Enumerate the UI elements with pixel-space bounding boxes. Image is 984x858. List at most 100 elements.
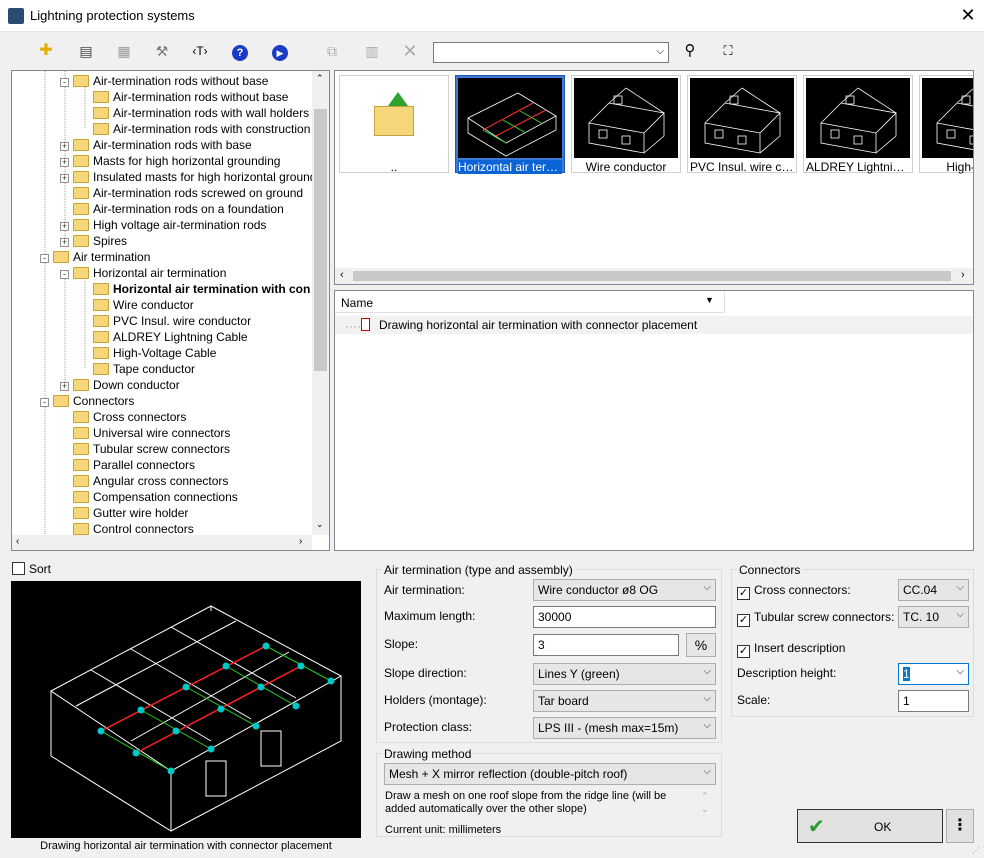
document-icon[interactable]: ▦ xyxy=(112,40,136,62)
description-scroll-icon[interactable]: ⌃ ⌄ xyxy=(701,790,709,816)
checkbox-box[interactable] xyxy=(12,562,25,575)
tree-item[interactable]: + Spires xyxy=(60,233,127,249)
chevron-down-icon[interactable]: ▼ xyxy=(705,295,714,305)
scale-input[interactable]: 1 xyxy=(898,690,969,712)
close-icon[interactable]: ✕ xyxy=(956,4,980,28)
tree-item[interactable]: + Down conductor xyxy=(60,377,180,393)
description-height-select[interactable]: 1 ⌵ xyxy=(898,663,969,685)
expand-icon[interactable]: + xyxy=(60,238,69,247)
tree-item[interactable]: Tape conductor xyxy=(80,361,195,377)
insert-description-checkbox[interactable]: ✓ Insert description xyxy=(737,641,845,658)
air-termination-select[interactable]: Wire conductor ø8 OG ⌵ xyxy=(533,579,716,601)
tree-item[interactable]: Universal wire connectors xyxy=(60,425,230,441)
collapse-icon[interactable]: - xyxy=(60,78,69,87)
tools-icon[interactable]: ⚒ xyxy=(150,40,174,62)
help-icon[interactable]: ? xyxy=(228,40,252,62)
sort-checkbox[interactable]: Sort xyxy=(12,562,51,576)
thumbs-scrollbar-horizontal[interactable]: ‹ › xyxy=(335,268,973,284)
thumbnail-item[interactable]: High-Volta xyxy=(919,75,973,174)
max-length-input[interactable]: 30000 xyxy=(533,606,716,628)
collapse-icon[interactable]: - xyxy=(40,398,49,407)
tree-item[interactable]: + Masts for high horizontal grounding xyxy=(60,153,280,169)
play-icon[interactable]: ▶ xyxy=(268,40,292,62)
tree-scrollbar-vertical[interactable]: ⌃ ⌄ xyxy=(312,71,329,535)
tree-item[interactable]: - Connectors xyxy=(40,393,134,409)
tree-item[interactable]: Tubular screw connectors xyxy=(60,441,230,457)
tree-item[interactable]: - Air-termination rods without base xyxy=(60,73,268,89)
tree-item[interactable]: + Insulated masts for high horizontal gro… xyxy=(60,169,329,185)
scroll-down-icon[interactable]: ⌄ xyxy=(316,519,324,530)
scroll-right-icon[interactable]: › xyxy=(961,269,965,281)
tree-item[interactable]: + Air-termination rods with base xyxy=(60,137,252,153)
tree-item[interactable]: + High voltage air-termination rods xyxy=(60,217,266,233)
search-combo[interactable]: ⌵ xyxy=(433,42,669,63)
tree-item[interactable]: Parallel connectors xyxy=(60,457,195,473)
scroll-up-icon[interactable]: ⌃ xyxy=(316,73,324,84)
slope-direction-select[interactable]: Lines Y (green) ⌵ xyxy=(533,663,716,685)
text-tag-icon[interactable]: ‹T› xyxy=(188,40,212,62)
ok-button[interactable]: ✔ OK xyxy=(797,809,943,843)
thumbs-scroll-thumb[interactable] xyxy=(353,271,951,281)
tree-item[interactable]: Air-termination rods on a foundation xyxy=(60,201,284,217)
preview-image xyxy=(11,581,361,838)
folder-icon xyxy=(73,171,89,183)
collapse-icon[interactable]: - xyxy=(40,254,49,263)
tree-item[interactable]: Gutter wire holder xyxy=(60,505,188,521)
toolbar: ✚ ▤ ▦ ⚒ ‹T› ? ▶ ⧉ ▥ ✕ ⌵ ⚲ ⛶ xyxy=(32,40,792,64)
cross-connectors-checkbox[interactable]: ✓ Cross connectors: xyxy=(737,583,851,600)
tree-item[interactable]: PVC Insul. wire conductor xyxy=(80,313,251,329)
find-binoculars-icon[interactable]: ⛶ xyxy=(716,40,740,62)
thumbnail-item[interactable]: Wire conductor xyxy=(571,75,681,174)
tree-item[interactable]: - Horizontal air termination xyxy=(60,265,226,281)
thumbnail-item[interactable]: Horizontal air termi... xyxy=(455,75,565,174)
air-termination-group-title: Air termination (type and assembly) xyxy=(382,563,575,577)
list-header-name[interactable]: Name ▼ xyxy=(335,291,725,313)
scroll-left-icon[interactable]: ‹ xyxy=(16,536,19,547)
expand-icon[interactable]: + xyxy=(60,158,69,167)
thumbnail-item[interactable]: PVC Insul. wire con... xyxy=(687,75,797,174)
tree-item[interactable]: ALDREY Lightning Cable xyxy=(80,329,248,345)
more-options-icon[interactable]: ⋮ xyxy=(946,809,974,843)
tree-item[interactable]: Air-termination rods with construction h… xyxy=(80,121,329,137)
tree-item[interactable]: - Air termination xyxy=(40,249,150,265)
tree-item[interactable]: Angular cross connectors xyxy=(60,473,228,489)
expand-icon[interactable]: + xyxy=(60,222,69,231)
collapse-icon[interactable]: - xyxy=(60,270,69,279)
thumbnail-item[interactable]: .. xyxy=(339,75,449,174)
properties-icon[interactable]: ▥ xyxy=(360,40,384,62)
resize-grip-icon[interactable]: ⋰ xyxy=(972,846,980,855)
search-icon[interactable]: ⚲ xyxy=(678,40,702,62)
slope-percent-button[interactable]: % xyxy=(686,633,716,657)
scroll-left-icon[interactable]: ‹ xyxy=(340,269,344,281)
drawing-method-description: Draw a mesh on one roof slope from the r… xyxy=(385,790,667,815)
scroll-right-icon[interactable]: › xyxy=(299,536,302,547)
holders-select[interactable]: Tar board ⌵ xyxy=(533,690,716,712)
folder-icon xyxy=(93,315,109,327)
cross-connectors-select[interactable]: CC.04 ⌵ xyxy=(898,579,969,601)
tree-scroll-thumb[interactable] xyxy=(314,109,327,371)
tree-item[interactable]: Wire conductor xyxy=(80,297,194,313)
tree-item[interactable]: Air-termination rods with wall holders xyxy=(80,105,309,121)
protection-class-select[interactable]: LPS III - (mesh max=15m) ⌵ xyxy=(533,717,716,739)
drawing-method-select[interactable]: Mesh + X mirror reflection (double-pitch… xyxy=(384,763,716,785)
edit-icon[interactable]: ▤ xyxy=(74,40,98,62)
add-icon[interactable]: ✚ xyxy=(34,40,58,62)
tree-item[interactable]: High-Voltage Cable xyxy=(80,345,216,361)
delete-icon[interactable]: ✕ xyxy=(398,40,422,62)
expand-icon[interactable]: + xyxy=(60,174,69,183)
list-item[interactable]: ····· Drawing horizontal air termination… xyxy=(335,316,973,334)
tree-item-label: Horizontal air termination with con xyxy=(113,282,311,296)
tubular-connectors-checkbox[interactable]: ✓ Tubular screw connectors: xyxy=(737,610,894,627)
slope-input[interactable]: 3 xyxy=(533,634,679,656)
copy-icon[interactable]: ⧉ xyxy=(320,40,344,62)
expand-icon[interactable]: + xyxy=(60,142,69,151)
tubular-connectors-select[interactable]: TC. 10 ⌵ xyxy=(898,606,969,628)
tree-item[interactable]: Compensation connections xyxy=(60,489,238,505)
expand-icon[interactable]: + xyxy=(60,382,69,391)
tree-item[interactable]: Air-termination rods without base xyxy=(80,89,288,105)
tree-item[interactable]: Cross connectors xyxy=(60,409,186,425)
tree-scrollbar-horizontal[interactable]: ‹ › xyxy=(12,535,312,550)
tree-item[interactable]: Horizontal air termination with con xyxy=(80,281,310,297)
thumbnail-item[interactable]: ALDREY Lightning ... xyxy=(803,75,913,174)
tree-item[interactable]: Air-termination rods screwed on ground xyxy=(60,185,303,201)
